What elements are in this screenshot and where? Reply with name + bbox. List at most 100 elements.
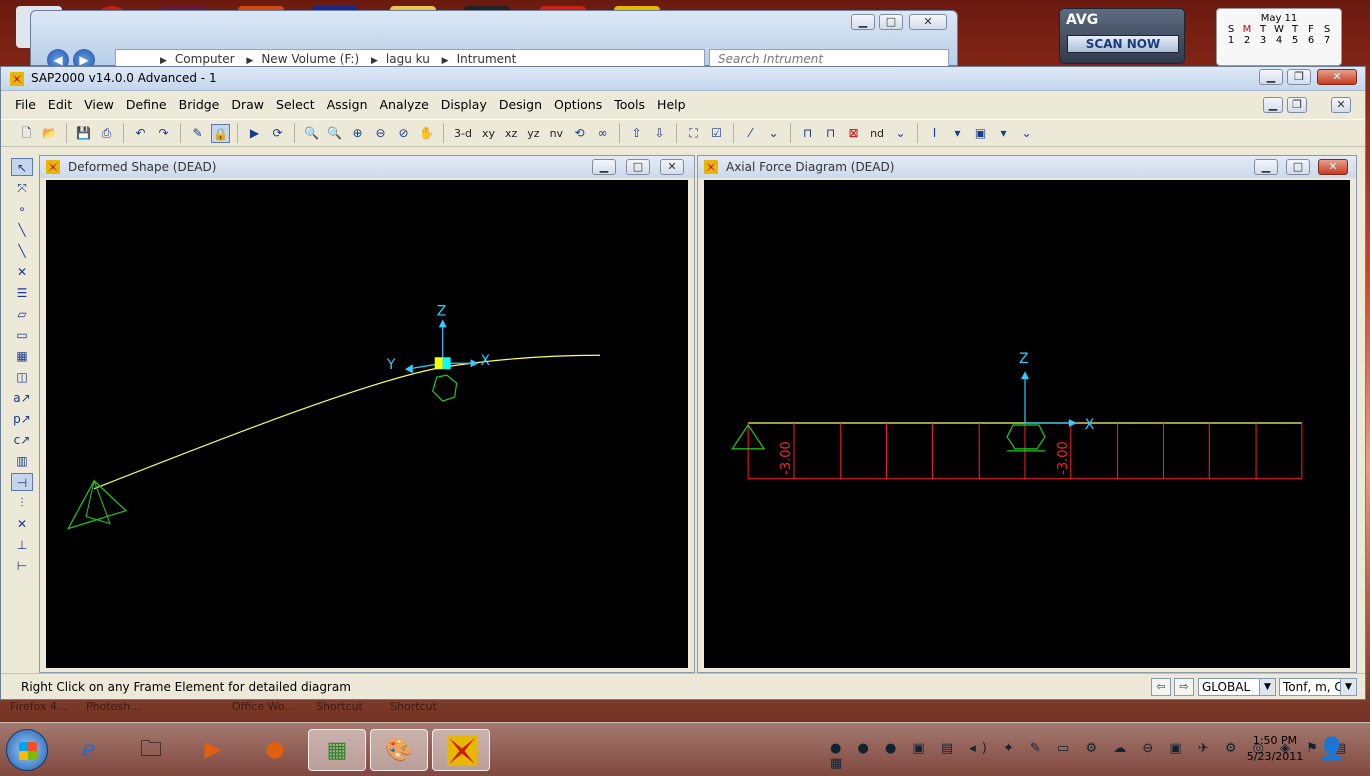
snap-lines-icon[interactable]: ⊢ bbox=[11, 557, 33, 575]
toolbar-overflow-icon[interactable]: ⌄ bbox=[1017, 124, 1036, 143]
intersecting-line-icon[interactable]: ▥ bbox=[11, 452, 33, 470]
media-player-icon[interactable]: ▶ bbox=[184, 729, 242, 771]
menu-define[interactable]: Define bbox=[120, 93, 173, 117]
menu-draw[interactable]: Draw bbox=[225, 93, 270, 117]
quick-draw-frame-icon[interactable]: ╲ bbox=[11, 242, 33, 260]
menu-options[interactable]: Options bbox=[548, 93, 608, 117]
menu-tools[interactable]: Tools bbox=[608, 93, 651, 117]
snap-ends-icon[interactable]: ⫶ bbox=[11, 494, 33, 512]
view-xz-button[interactable]: xz bbox=[502, 124, 520, 143]
calendar-day[interactable]: 1 bbox=[1224, 35, 1238, 46]
frame-forces-icon[interactable]: ⊠ bbox=[844, 124, 863, 143]
view-yz-button[interactable]: yz bbox=[524, 124, 542, 143]
breadcrumb-item[interactable]: Intrument bbox=[457, 52, 517, 66]
menu-design[interactable]: Design bbox=[493, 93, 548, 117]
calendar-day[interactable]: 4 bbox=[1272, 35, 1286, 46]
menu-assign[interactable]: Assign bbox=[321, 93, 374, 117]
view-nv-button[interactable]: nv bbox=[547, 124, 566, 143]
media-center-icon[interactable]: ▦ bbox=[308, 729, 366, 771]
view-maximize-button[interactable]: □ bbox=[1286, 159, 1310, 175]
calendar-day[interactable]: 5 bbox=[1288, 35, 1302, 46]
breadcrumb-item[interactable]: Computer bbox=[175, 52, 235, 66]
snap-points-icon[interactable]: ⊣ bbox=[11, 473, 33, 491]
redo-icon[interactable]: ↷ bbox=[154, 124, 173, 143]
next-arrow-icon[interactable]: ⇨ bbox=[1174, 678, 1194, 696]
deformed-shape-view[interactable]: Deformed Shape (DEAD) ▁ □ ✕ Z X Y bbox=[39, 155, 695, 673]
move-down-icon[interactable]: ⇩ bbox=[650, 124, 669, 143]
reshape-icon[interactable]: ⤧ bbox=[11, 179, 33, 197]
model-canvas[interactable]: Z X -3.00 -3.00 bbox=[704, 180, 1350, 668]
restore-button[interactable]: ❐ bbox=[1287, 69, 1311, 85]
paint-icon[interactable]: 🎨 bbox=[370, 729, 428, 771]
draw-braces-icon[interactable]: ✕ bbox=[11, 263, 33, 281]
display-options-icon[interactable]: ⛶ bbox=[684, 124, 703, 143]
get-previous-selection-icon[interactable]: p↗ bbox=[11, 410, 33, 428]
taskbar-clock[interactable]: 1:50 PM 5/23/2011 bbox=[1240, 733, 1310, 765]
quick-draw-area-icon[interactable]: ▦ bbox=[11, 347, 33, 365]
display-table-icon[interactable]: ▣ bbox=[971, 124, 990, 143]
units-select[interactable]: Tonf, m, C ▼ bbox=[1279, 678, 1357, 696]
print-icon[interactable]: ⎙ bbox=[97, 124, 116, 143]
draw-rect-area-icon[interactable]: ▭ bbox=[11, 326, 33, 344]
close-button[interactable]: ✕ bbox=[909, 14, 947, 30]
menu-analyze[interactable]: Analyze bbox=[374, 93, 435, 117]
refresh-icon[interactable]: ⟳ bbox=[268, 124, 287, 143]
view-xy-button[interactable]: xy bbox=[479, 124, 498, 143]
calendar-day[interactable]: 7 bbox=[1320, 35, 1334, 46]
menu-file[interactable]: File bbox=[9, 93, 42, 117]
start-button[interactable] bbox=[6, 729, 48, 771]
breadcrumb-item[interactable]: lagu ku bbox=[386, 52, 430, 66]
breadcrumb-item[interactable]: New Volume (F:) bbox=[261, 52, 359, 66]
toolbar-overflow-icon[interactable]: ⌄ bbox=[891, 124, 910, 143]
zoom-in-icon[interactable]: ⊕ bbox=[348, 124, 367, 143]
frame-load-icon[interactable]: ⊓ bbox=[821, 124, 840, 143]
draw-solid-icon[interactable]: ◫ bbox=[11, 368, 33, 386]
undo-icon[interactable]: ↶ bbox=[131, 124, 150, 143]
check-icon[interactable]: ☑ bbox=[707, 124, 726, 143]
dropdown-arrow-icon[interactable]: ▾ bbox=[948, 124, 967, 143]
explorer-folder-icon[interactable]: 🗀 bbox=[122, 729, 180, 771]
internet-explorer-icon[interactable]: ℯ bbox=[60, 729, 118, 771]
lock-icon[interactable]: 🔒 bbox=[211, 123, 230, 143]
clear-selection-icon[interactable]: c↗ bbox=[11, 431, 33, 449]
calendar-day[interactable]: 3 bbox=[1256, 35, 1270, 46]
perspective-icon[interactable]: ∞ bbox=[593, 124, 612, 143]
show-deformed-button[interactable]: nd bbox=[867, 124, 887, 143]
menu-help[interactable]: Help bbox=[651, 93, 692, 117]
zoom-out-icon[interactable]: ⊖ bbox=[371, 124, 390, 143]
draw-secondary-beams-icon[interactable]: ☰ bbox=[11, 284, 33, 302]
maximize-button[interactable]: □ bbox=[879, 14, 903, 30]
snap-perpendicular-icon[interactable]: ⊥ bbox=[11, 536, 33, 554]
move-up-icon[interactable]: ⇧ bbox=[627, 124, 646, 143]
frame-icon[interactable]: ⊓ bbox=[798, 124, 817, 143]
select-all-icon[interactable]: a↗ bbox=[11, 389, 33, 407]
draw-joint-icon[interactable]: ∘ bbox=[11, 200, 33, 218]
pan-icon[interactable]: ✋ bbox=[417, 124, 436, 143]
draw-frame-icon[interactable]: ╲ bbox=[11, 221, 33, 239]
dropdown-arrow-icon[interactable]: ▾ bbox=[994, 124, 1013, 143]
new-file-icon[interactable]: 🗋 bbox=[17, 124, 36, 143]
rotate-view-icon[interactable]: ⟲ bbox=[570, 124, 589, 143]
zoom-previous-icon[interactable]: ⊘ bbox=[394, 124, 413, 143]
previous-arrow-icon[interactable]: ⇦ bbox=[1151, 678, 1171, 696]
view-maximize-button[interactable]: □ bbox=[626, 159, 650, 175]
toolbar-overflow-icon[interactable]: ⌄ bbox=[764, 124, 783, 143]
view-title-bar[interactable]: Axial Force Diagram (DEAD) ▁ □ ✕ bbox=[698, 156, 1356, 178]
minimize-button[interactable]: ▁ bbox=[851, 14, 875, 30]
shrink-icon[interactable]: ⁄ bbox=[741, 124, 760, 143]
open-folder-icon[interactable]: 📂 bbox=[40, 124, 59, 143]
close-button[interactable]: ✕ bbox=[1317, 69, 1357, 85]
view-minimize-button[interactable]: ▁ bbox=[1254, 159, 1278, 175]
zoom-restore-icon[interactable]: 🔍 bbox=[325, 124, 344, 143]
sap2000-taskbar-icon[interactable] bbox=[432, 729, 490, 771]
menu-bridge[interactable]: Bridge bbox=[173, 93, 226, 117]
snap-intersections-icon[interactable]: ✕ bbox=[11, 515, 33, 533]
zoom-window-icon[interactable]: 🔍 bbox=[302, 124, 321, 143]
run-icon[interactable]: ▶ bbox=[245, 124, 264, 143]
view-close-button[interactable]: ✕ bbox=[1318, 159, 1348, 175]
model-canvas[interactable]: Z X Y bbox=[46, 180, 688, 668]
calendar-day[interactable]: 6 bbox=[1304, 35, 1318, 46]
title-bar[interactable]: SAP2000 v14.0.0 Advanced - 1 ▁ ❐ ✕ bbox=[1, 67, 1365, 91]
view-close-button[interactable]: ✕ bbox=[660, 159, 684, 175]
sap2000-window[interactable]: SAP2000 v14.0.0 Advanced - 1 ▁ ❐ ✕ ▁ ❐ ✕… bbox=[0, 66, 1366, 700]
